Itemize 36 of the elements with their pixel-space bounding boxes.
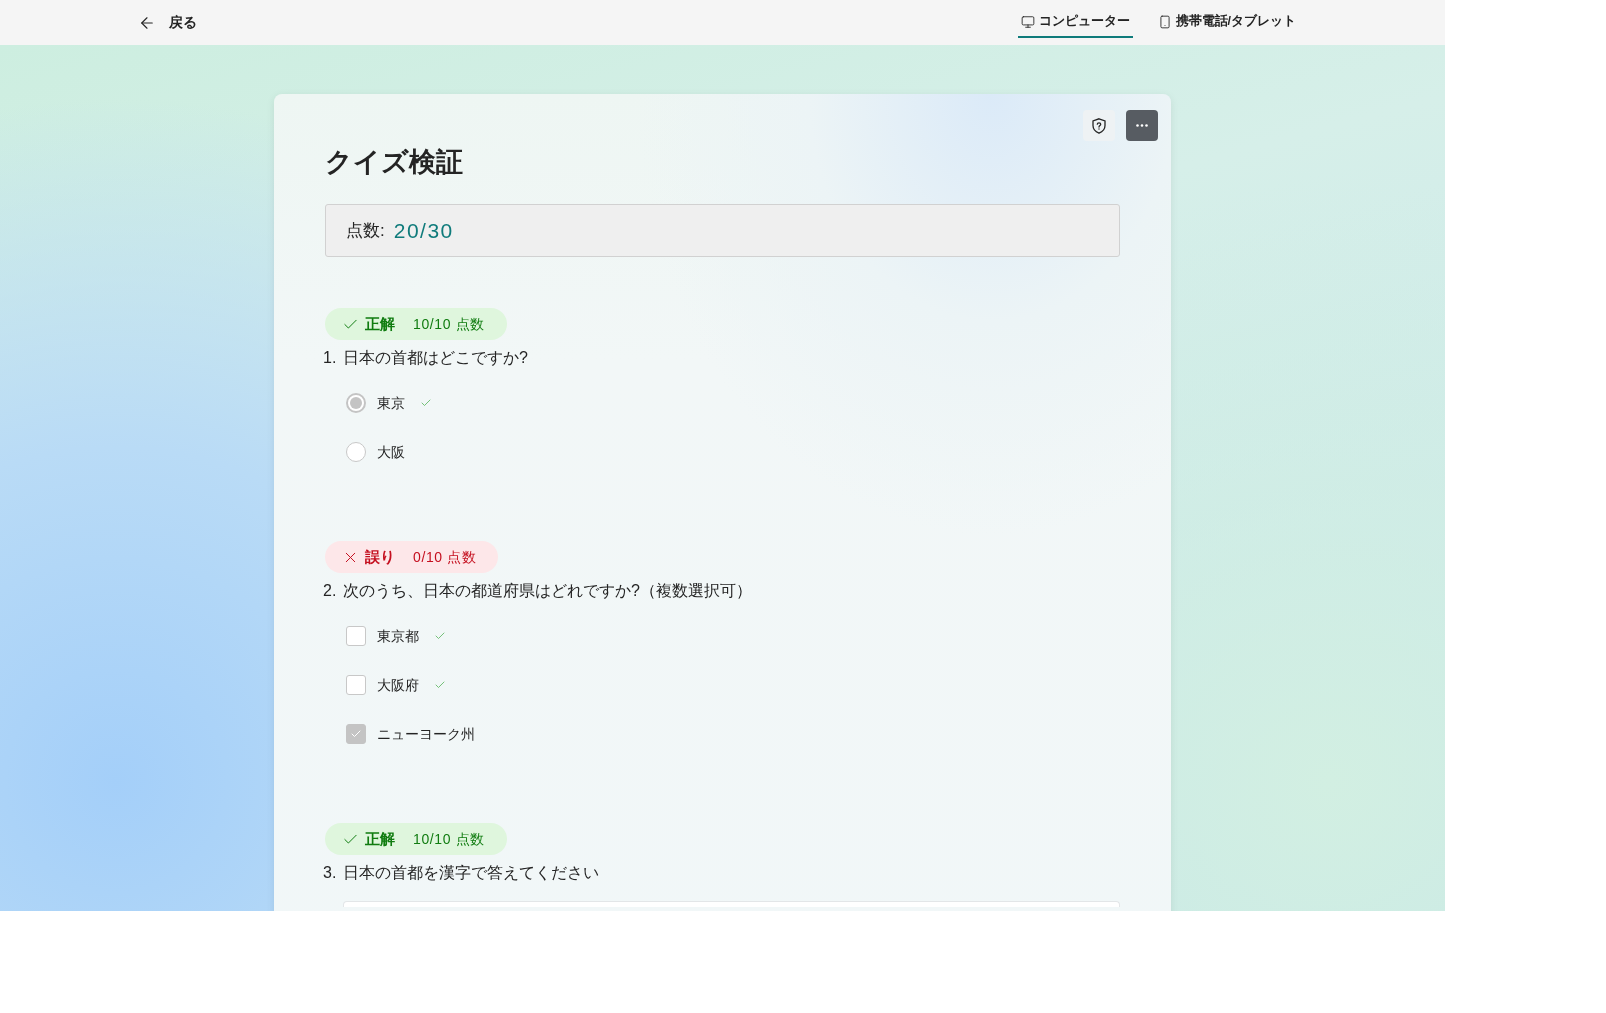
shield-question-icon [1092, 117, 1106, 134]
option-label: 東京 [377, 393, 405, 413]
checkbox[interactable] [346, 724, 366, 744]
more-icon [1136, 124, 1148, 127]
score-label: 点数: [346, 219, 385, 242]
quiz-title: クイズ検証 [325, 146, 463, 179]
view-tab[interactable]: 携帯電話/タブレット [1154, 7, 1299, 38]
view-tab[interactable]: コンピューター [1017, 7, 1133, 38]
option-label: ニューヨーク州 [377, 724, 475, 744]
question-text: 日本の首都はどこですか? [343, 348, 528, 368]
answer-field[interactable] [343, 901, 1120, 907]
more-button[interactable] [1126, 110, 1158, 141]
question-number: 3. [323, 863, 338, 883]
result-points: 10/10 点数 [413, 314, 485, 334]
option-label: 大阪 [377, 442, 405, 462]
radio-button[interactable] [346, 442, 366, 462]
result-label: 正解 [365, 313, 395, 334]
back-button[interactable]: 戻る [136, 6, 199, 39]
checkbox-tick-icon [350, 728, 362, 740]
checkbox[interactable] [346, 675, 366, 695]
option-label: 東京都 [377, 626, 419, 646]
result-label: 誤り [365, 546, 395, 567]
result-points: 10/10 点数 [413, 829, 485, 849]
question-text: 日本の首都を漢字で答えてください [343, 863, 599, 883]
question-number: 2. [323, 581, 338, 601]
radio-button[interactable] [346, 393, 366, 413]
result-points: 0/10 点数 [413, 547, 477, 567]
result-label: 正解 [365, 828, 395, 849]
checkbox[interactable] [346, 626, 366, 646]
question-number: 1. [323, 348, 338, 368]
help-button[interactable] [1083, 110, 1115, 141]
score-value: 20/30 [393, 217, 454, 244]
question-text: 次のうち、日本の都道府県はどれですか?（複数選択可） [343, 581, 752, 601]
phone-icon [1157, 14, 1172, 29]
option-label: 大阪府 [377, 675, 419, 695]
monitor-icon [1020, 14, 1035, 29]
